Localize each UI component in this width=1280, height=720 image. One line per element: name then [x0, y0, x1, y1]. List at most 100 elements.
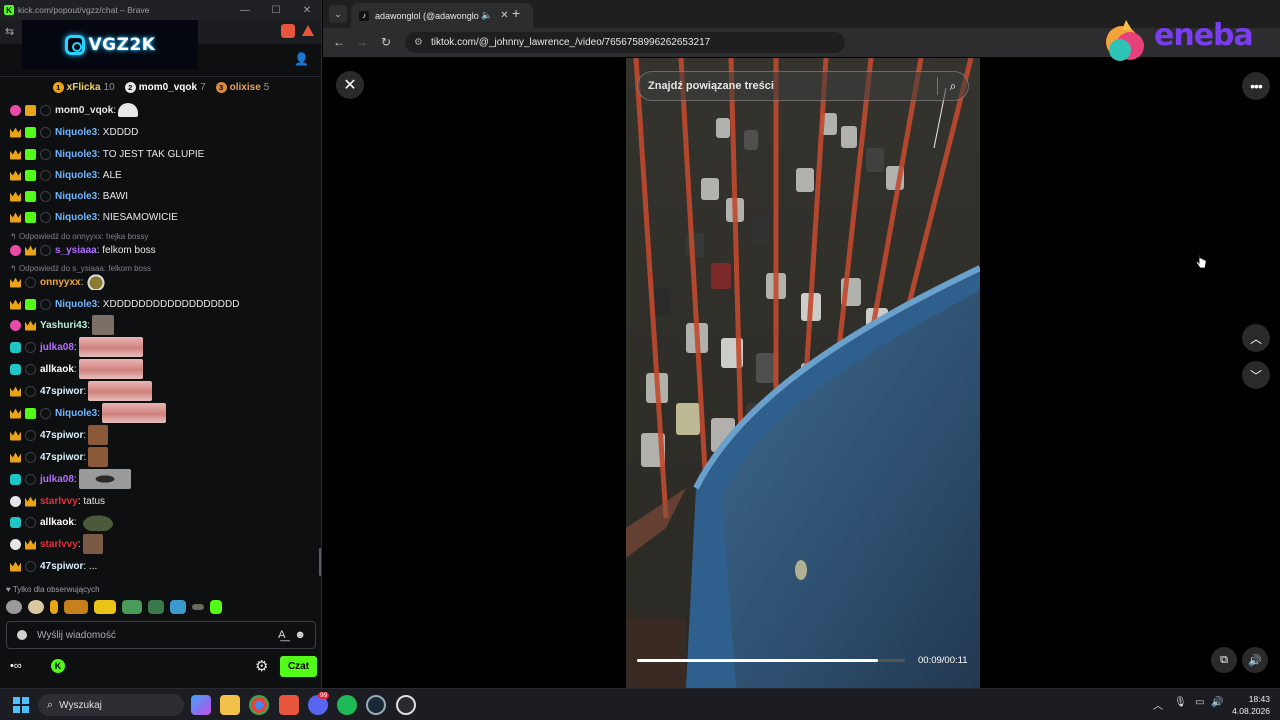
chat-message: starlvvy: [10, 534, 103, 554]
clock[interactable]: 18:43 4.08.2026 [1226, 693, 1270, 717]
copilot-icon[interactable] [191, 695, 211, 715]
taskbar-search[interactable]: ⌕ Wyszukaj [38, 694, 184, 716]
chat-username[interactable]: onnyyxx [40, 277, 81, 288]
chat-username[interactable]: Niquole3 [55, 299, 97, 310]
tune-icon[interactable]: ⇆ [5, 25, 14, 38]
volume-button[interactable]: 🔊 [1242, 647, 1268, 673]
previous-video-button[interactable]: ︿ [1242, 324, 1270, 352]
chat-username[interactable]: 47spiwor [40, 452, 83, 463]
url-text: tiktok.com/@_johnny_lawrence_/video/7656… [430, 37, 711, 48]
site-info-icon[interactable]: ⚙ [414, 37, 423, 48]
emote-button[interactable] [148, 600, 164, 614]
chat-username[interactable]: starlvvy [40, 539, 78, 550]
speaker-icon[interactable]: 🔈 [481, 10, 492, 21]
close-video-button[interactable]: ✕ [336, 71, 364, 99]
next-video-button[interactable]: ﹀ [1242, 361, 1270, 389]
kick-chat-window: K kick.com/popout/vgzz/chat – Brave — ☐ … [0, 0, 322, 688]
brave-rewards-icon[interactable] [302, 25, 314, 36]
microphone-icon[interactable]: 🎙 [1174, 697, 1187, 708]
chat-text: tatus [83, 495, 106, 507]
leaderboard-item[interactable]: 1 xFlicka 10 [52, 81, 115, 93]
chat-username[interactable]: allkaok [40, 364, 74, 375]
emote-button[interactable] [210, 600, 222, 614]
chat-username[interactable]: julka08 [40, 474, 74, 485]
picture-in-picture-button[interactable]: ⧉ [1211, 647, 1237, 673]
emote-button[interactable] [50, 600, 58, 614]
chat-username[interactable]: Niquole3 [55, 170, 97, 181]
emoji-icon[interactable]: ☻ [294, 629, 306, 641]
chat-username[interactable]: Yashuri43 [40, 320, 87, 331]
network-icon[interactable]: ▭ [1195, 697, 1204, 708]
brave-shield-icon[interactable] [281, 24, 295, 38]
back-icon[interactable]: ← [333, 35, 345, 49]
crown-badge [10, 149, 21, 160]
user-add-icon[interactable]: 👤 [294, 52, 309, 66]
crown-badge [25, 496, 36, 507]
maximize-icon[interactable]: ☐ [261, 0, 291, 20]
emote-button[interactable] [94, 600, 116, 614]
emote-button[interactable] [122, 600, 142, 614]
chat-username[interactable]: julka08 [40, 342, 74, 353]
tab-search-icon[interactable]: ⌄ [329, 5, 347, 23]
chat-username[interactable]: Niquole3 [55, 408, 97, 419]
forward-icon[interactable]: → [356, 35, 368, 49]
emote-button[interactable] [64, 600, 88, 614]
chat-scrollbar[interactable] [319, 548, 321, 576]
close-window-icon[interactable]: ✕ [292, 0, 321, 20]
search-icon[interactable]: ⌕ [938, 79, 968, 94]
spotify-icon[interactable] [337, 695, 357, 715]
chat-username[interactable]: 47spiwor [40, 386, 83, 397]
emote-button[interactable] [192, 604, 204, 610]
new-tab-icon[interactable]: + [512, 5, 520, 21]
video-player[interactable]: ⌕ 00:09/00:11 [626, 58, 980, 688]
chat-username[interactable]: starlvvy [40, 496, 78, 507]
reply-context[interactable]: ↰ Odpowiedź do onnyyxx: hejka bossy [10, 232, 148, 241]
chat-username[interactable]: Niquole3 [55, 149, 97, 160]
more-options-button[interactable]: ••• [1242, 72, 1270, 100]
tab-tiktok[interactable]: ♪ adawonglol (@adawonglol) 🔈 ✕ [351, 3, 533, 28]
reply-context[interactable]: ↰ Odpowiedź do s_ysiaaa: felkom boss [10, 264, 151, 273]
related-search-bar[interactable]: ⌕ [637, 71, 969, 101]
kick-coin-icon[interactable]: K [51, 659, 65, 673]
steam-icon[interactable] [366, 695, 386, 715]
crown-badge [10, 277, 21, 288]
infinity-icon[interactable]: •∞ [10, 660, 22, 672]
reload-icon[interactable]: ↻ [381, 35, 391, 49]
verified-ring-icon [40, 407, 51, 419]
tray-overflow-icon[interactable]: ︿ [1153, 697, 1163, 712]
chat-username[interactable]: s_ysiaaa [55, 245, 97, 256]
chat-username[interactable]: Niquole3 [55, 127, 97, 138]
file-explorer-icon[interactable] [220, 695, 240, 715]
emote [78, 337, 143, 357]
chat-text: BAWI [102, 190, 128, 202]
chat-input-box[interactable]: A͟ ☻ [6, 621, 316, 649]
video-progress-bar[interactable] [637, 659, 905, 662]
emote-button[interactable] [6, 600, 22, 614]
chat-username[interactable]: allkaok [40, 517, 74, 528]
obs-icon[interactable] [396, 695, 416, 715]
related-search-input[interactable] [648, 80, 937, 92]
shield-icon [17, 630, 27, 640]
leaderboard-item[interactable]: 2 mom0_vqok 7 [124, 81, 206, 93]
close-tab-icon[interactable]: ✕ [500, 10, 508, 21]
leaderboard-item[interactable]: 3 olixise 5 [215, 81, 269, 93]
chat-username[interactable]: Niquole3 [55, 212, 97, 223]
chrome-icon[interactable] [249, 695, 269, 715]
chat-username[interactable]: 47spiwor [40, 561, 83, 572]
chat-input[interactable] [37, 629, 279, 641]
chat-username[interactable]: Niquole3 [55, 191, 97, 202]
chat-username[interactable]: 47spiwor [40, 430, 83, 441]
chat-username[interactable]: mom0_vqok [55, 105, 113, 116]
windows-start-icon[interactable] [13, 697, 29, 713]
emote-button[interactable] [28, 600, 44, 614]
volume-tray-icon[interactable]: 🔊 [1211, 697, 1223, 708]
gear-icon[interactable]: ⚙ [255, 657, 268, 675]
url-field[interactable]: ⚙ tiktok.com/@_johnny_lawrence_/video/76… [405, 32, 845, 53]
chat-text: ... [88, 560, 98, 572]
emote-button[interactable] [170, 600, 186, 614]
minimize-icon[interactable]: — [230, 0, 260, 20]
translate-icon[interactable]: A͟ [278, 629, 285, 641]
send-chat-button[interactable]: Czat [280, 656, 317, 677]
brave-icon[interactable] [279, 695, 299, 715]
verified-ring-icon [25, 451, 36, 463]
